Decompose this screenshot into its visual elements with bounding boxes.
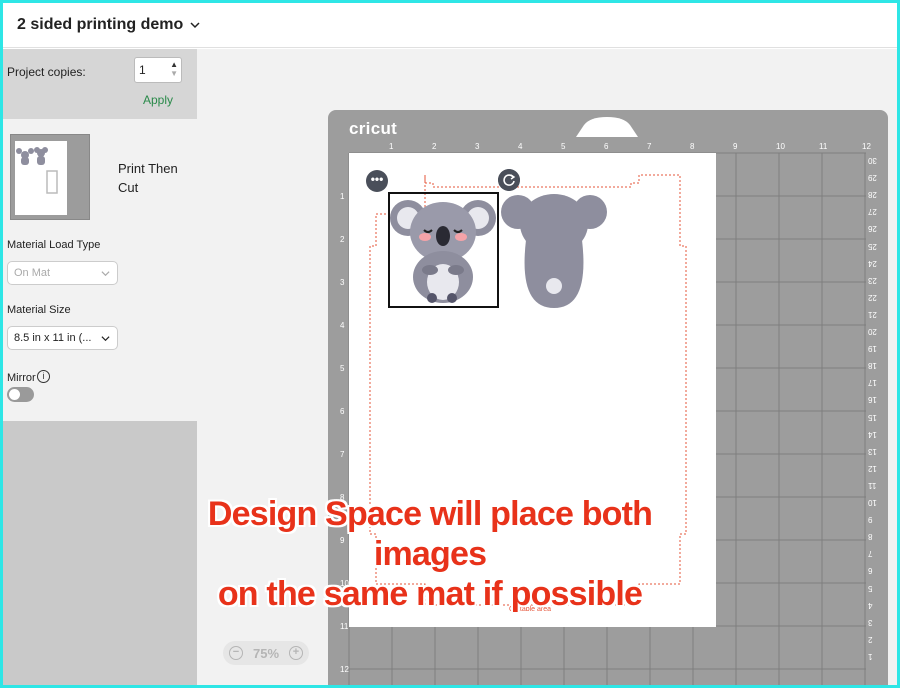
- ruler-left-label: 5: [340, 364, 345, 373]
- ruler-right-label: 18: [868, 361, 877, 371]
- ruler-right-label: 10: [868, 498, 877, 507]
- ruler-right-label: 5: [868, 583, 873, 593]
- ruler-top-label: 8: [690, 142, 695, 151]
- ruler-left-label: 12: [340, 665, 349, 674]
- caption-line-1: Design Space will place both images: [207, 495, 653, 573]
- ruler-top-label: 4: [518, 142, 523, 151]
- ruler-right-label: 17: [868, 378, 877, 388]
- zoom-level: 75%: [252, 645, 280, 661]
- ruler-right-label: 21: [868, 309, 877, 319]
- ruler-right-label: 16: [868, 395, 877, 405]
- ruler-right-label: 20: [868, 327, 877, 336]
- ruler-left-label: 7: [340, 450, 345, 459]
- zoom-in-button[interactable]: +: [289, 646, 303, 660]
- ruler-right-label: 15: [868, 412, 877, 422]
- ruler-right-label: 19: [868, 344, 877, 354]
- ruler-right-label: 26: [868, 224, 877, 234]
- ruler-left-label: 4: [340, 321, 345, 330]
- zoom-control: − 75% +: [223, 641, 309, 665]
- ruler-right-label: 6: [868, 566, 873, 576]
- ruler-top-label: 12: [862, 142, 871, 151]
- ruler-right-label: 30: [868, 156, 877, 165]
- ruler-top-label: 2: [432, 142, 437, 151]
- ruler-right-label: 28: [868, 190, 877, 200]
- ruler-right-label: 9: [868, 515, 873, 525]
- ruler-top-label: 10: [776, 142, 785, 151]
- ruler-right-label: 13: [868, 446, 877, 456]
- ruler-top-label: 11: [819, 142, 828, 151]
- zoom-out-button[interactable]: −: [229, 646, 243, 660]
- ruler-right-label: 27: [868, 207, 877, 217]
- ruler-right-label: 14: [868, 429, 877, 439]
- ruler-right-label: 3: [868, 617, 873, 627]
- ruler-left-label: 3: [340, 278, 345, 287]
- ruler-left-label: 2: [340, 235, 345, 244]
- ruler-right-label: 4: [868, 600, 873, 610]
- more-options-button[interactable]: •••: [366, 170, 388, 192]
- annotation-caption: Design Space will place both images on t…: [150, 494, 710, 614]
- ruler-right-label: 25: [868, 241, 877, 251]
- ruler-right-label: 7: [868, 549, 873, 559]
- ruler-top-label: 9: [733, 142, 738, 151]
- ruler-left-label: 1: [340, 192, 345, 201]
- ruler-right-label: 1: [868, 651, 873, 661]
- rotate-icon[interactable]: [498, 169, 520, 191]
- ruler-left-label: 11: [340, 622, 349, 631]
- ruler-right-label: 22: [868, 292, 877, 302]
- ruler-right-label: 12: [868, 463, 877, 473]
- ruler-top-label: 1: [389, 142, 394, 151]
- selection-box[interactable]: [388, 192, 499, 308]
- ruler-right-label: 24: [868, 258, 877, 268]
- ruler-right-label: 29: [868, 173, 877, 183]
- caption-line-2: on the same mat if possible: [217, 575, 643, 613]
- ruler-right-label: 23: [868, 275, 877, 285]
- ruler-top-label: 7: [647, 142, 652, 151]
- ruler-right-label: 11: [868, 480, 877, 490]
- ruler-right-label: 2: [868, 634, 873, 644]
- koala-back-image[interactable]: [500, 190, 608, 310]
- ruler-top-label: 6: [604, 142, 609, 151]
- ruler-top-label: 3: [475, 142, 480, 151]
- ruler-left-label: 6: [340, 407, 345, 416]
- ruler-top-label: 5: [561, 142, 566, 151]
- ruler-right-label: 8: [868, 532, 873, 542]
